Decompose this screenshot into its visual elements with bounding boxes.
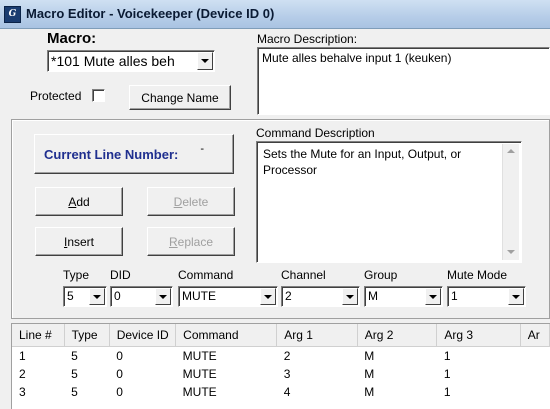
type-select-value: 5 — [67, 289, 74, 303]
group-label: Group — [364, 268, 398, 282]
column-header-command[interactable]: Command — [175, 324, 278, 347]
macro-lines-grid: Line # Type Device ID Command Arg 1 Arg … — [12, 324, 550, 401]
command-select-value: MUTE — [182, 289, 216, 303]
macro-description-label: Macro Description: — [257, 32, 358, 46]
channel-select[interactable]: 2 — [281, 286, 360, 307]
cell-arg3: 1 — [443, 349, 451, 363]
cell-line: 1 — [19, 349, 26, 363]
chevron-down-icon[interactable] — [508, 288, 524, 305]
title-bar: G Macro Editor - Voicekeeper (Device ID … — [0, 0, 550, 29]
table-header-row: Line # Type Device ID Command Arg 1 Arg … — [12, 324, 550, 347]
did-label: DID — [110, 268, 131, 282]
chevron-down-icon[interactable] — [260, 288, 276, 305]
cell-arg2: M — [364, 385, 375, 399]
macro-label: Macro: — [47, 30, 97, 47]
column-header-arg3[interactable]: Arg 3 — [436, 324, 521, 347]
current-line-panel: Current Line Number: - — [34, 134, 234, 174]
column-header-arg1[interactable]: Arg 1 — [276, 324, 358, 347]
cell-arg2: M — [364, 367, 375, 381]
command-description-field[interactable]: Sets the Mute for an Input, Output, or P… — [256, 141, 522, 263]
chevron-down-icon[interactable] — [197, 52, 213, 70]
cell-arg4 — [520, 347, 549, 366]
cell-command: MUTE — [182, 349, 217, 363]
cell-arg1: 2 — [283, 349, 291, 363]
cell-arg4 — [520, 365, 549, 383]
chevron-down-icon[interactable] — [342, 288, 358, 305]
cell-arg4 — [520, 383, 549, 401]
insert-button-label: nsert — [67, 234, 95, 249]
command-description-label: Command Description — [256, 126, 375, 140]
mute-mode-label: Mute Mode — [447, 268, 508, 282]
add-button-mnemonic: A — [68, 194, 77, 209]
column-header-line[interactable]: Line # — [12, 324, 65, 347]
cell-type: 5 — [71, 385, 78, 399]
cell-arg3: 1 — [443, 385, 451, 399]
change-name-label: Change Name — [141, 90, 219, 105]
replace-button-label: eplace — [177, 234, 214, 249]
channel-select-value: 2 — [285, 289, 292, 303]
cell-arg1: 3 — [283, 367, 291, 381]
type-select[interactable]: 5 — [63, 286, 107, 307]
command-description-text: Sets the Mute for an Input, Output, or P… — [263, 147, 465, 177]
table-row[interactable]: 1 5 0 MUTE 2 M 1 — [12, 347, 550, 366]
cell-device-id: 0 — [116, 349, 123, 363]
did-select-value: 0 — [114, 289, 121, 303]
add-button[interactable]: Add — [35, 187, 123, 216]
column-header-type[interactable]: Type — [64, 324, 110, 347]
protected-checkbox[interactable] — [92, 89, 105, 102]
cell-arg3: 1 — [443, 367, 451, 381]
group-select-value: M — [368, 289, 378, 303]
scroll-up-icon[interactable] — [503, 144, 519, 160]
chevron-down-icon[interactable] — [89, 288, 105, 305]
cell-type: 5 — [71, 367, 78, 381]
column-header-arg2[interactable]: Arg 2 — [357, 324, 438, 347]
macro-select-value: *101 Mute alles beh — [51, 53, 175, 69]
chevron-down-icon[interactable] — [155, 288, 171, 305]
cell-command: MUTE — [182, 367, 217, 381]
chevron-down-icon[interactable] — [425, 288, 441, 305]
current-line-label: Current Line Number: — [44, 146, 179, 162]
did-select[interactable]: 0 — [110, 286, 173, 307]
cell-type: 5 — [71, 349, 78, 363]
type-label: Type — [63, 268, 90, 282]
channel-label: Channel — [281, 268, 326, 282]
cell-arg2: M — [364, 349, 375, 363]
mute-mode-select[interactable]: 1 — [447, 286, 526, 307]
change-name-button[interactable]: Change Name — [129, 85, 231, 110]
column-header-device-id[interactable]: Device ID — [109, 324, 177, 347]
table-row[interactable]: 2 5 0 MUTE 3 M 1 — [12, 365, 550, 383]
cell-device-id: 0 — [116, 367, 123, 381]
macro-description-field[interactable]: Mute alles behalve input 1 (keuken) — [257, 47, 550, 115]
cell-arg1: 4 — [283, 385, 291, 399]
window-title: Macro Editor - Voicekeeper (Device ID 0) — [26, 6, 275, 21]
macro-select[interactable]: *101 Mute alles beh — [47, 50, 215, 72]
command-description-scrollbar[interactable] — [502, 144, 519, 260]
command-label: Command — [178, 268, 234, 282]
cell-command: MUTE — [182, 385, 217, 399]
table-row[interactable]: 3 5 0 MUTE 4 M 1 — [12, 383, 550, 401]
macro-lines-table[interactable]: Line # Type Device ID Command Arg 1 Arg … — [11, 323, 550, 409]
add-button-label: dd — [76, 194, 90, 209]
cell-device-id: 0 — [116, 385, 123, 399]
replace-button-mnemonic: R — [168, 234, 178, 249]
delete-button-mnemonic: D — [173, 194, 183, 209]
app-logo-icon[interactable]: G — [4, 6, 21, 23]
protected-label: Protected — [30, 89, 82, 103]
cell-line: 3 — [19, 385, 26, 399]
cell-line: 2 — [19, 367, 26, 381]
insert-button[interactable]: Insert — [35, 227, 123, 256]
mute-mode-select-value: 1 — [451, 289, 458, 303]
scroll-down-icon[interactable] — [503, 244, 519, 260]
current-line-value: - — [200, 143, 205, 155]
group-select[interactable]: M — [364, 286, 443, 307]
delete-button[interactable]: Delete — [147, 187, 235, 216]
replace-button[interactable]: Replace — [147, 227, 235, 256]
delete-button-label: elete — [182, 194, 209, 209]
column-header-arg4[interactable]: Ar — [520, 324, 550, 347]
command-select[interactable]: MUTE — [178, 286, 278, 307]
